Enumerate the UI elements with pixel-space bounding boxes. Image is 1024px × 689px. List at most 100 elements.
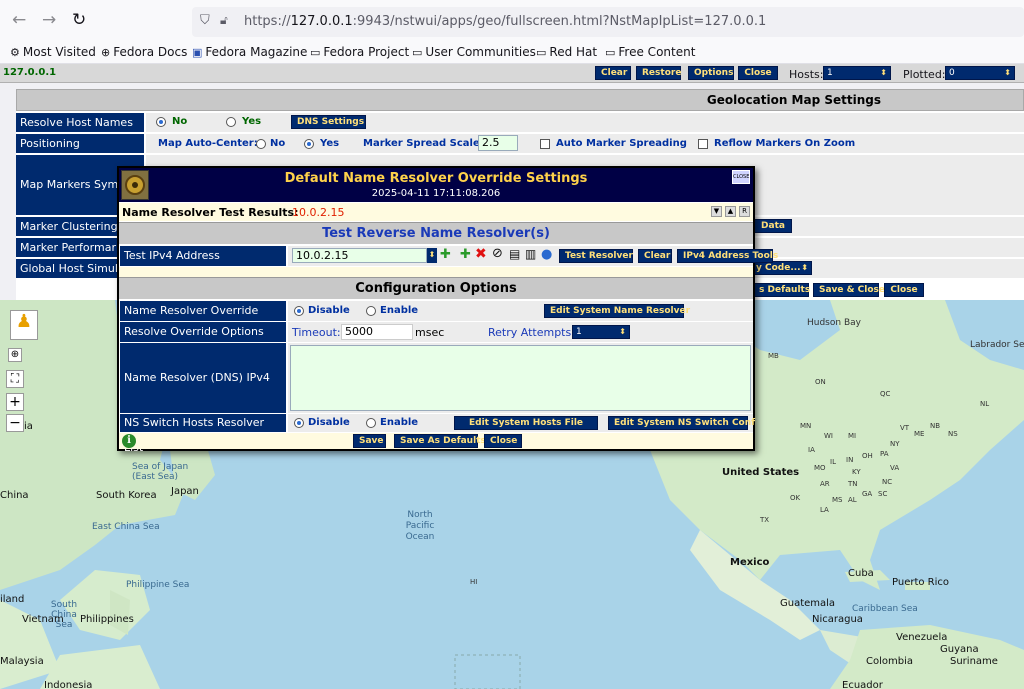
test-ipv4-input[interactable]: 10.0.2.15 [292, 248, 427, 263]
bookmark-fedora-project[interactable]: ▭ Fedora Project [310, 45, 409, 59]
add-icon[interactable]: ✚ [460, 247, 471, 262]
resolve-no-radio[interactable] [156, 117, 166, 127]
override-row: Disable Enable Edit System Name Resolver [288, 301, 753, 321]
auto-spread-label: Auto Marker Spreading [556, 138, 687, 149]
clear-circle-icon[interactable]: ⊘ [492, 246, 503, 261]
lock-icon[interactable]: 🔓︎ [220, 13, 228, 28]
restore-button[interactable]: Restore [636, 66, 681, 80]
street-view-pegman-icon[interactable]: ♟ [10, 310, 38, 340]
map-label: MI [848, 432, 857, 440]
zoom-box-icon[interactable]: ⊕ [8, 348, 22, 362]
save-button[interactable]: Save [353, 434, 386, 448]
map-label: Guyana [940, 644, 979, 655]
dialog-title: Default Name Resolver Override Settings [284, 171, 588, 186]
edit-hosts-button[interactable]: Edit System Hosts File [454, 416, 598, 430]
bookmark-red-hat[interactable]: ▭ Red Hat [536, 45, 597, 59]
retry-select[interactable]: 1 ⬍ [572, 325, 630, 339]
paste-icon[interactable]: ▥ [525, 247, 536, 261]
globe-icon[interactable]: ● [541, 247, 552, 262]
dns-list-textarea[interactable] [290, 345, 751, 411]
test-ipv4-row: 10.0.2.15 ⬍ ✚ ✚ ✖ ⊘ ▤ ▥ ● Test Resolver … [288, 246, 778, 266]
add-multiple-icon[interactable]: ✚ [440, 247, 451, 262]
map-label: Suriname [950, 656, 998, 667]
bookmark-free-content[interactable]: ▭ Free Content [605, 45, 695, 59]
bookmark-fedora-docs[interactable]: ⊕ Fedora Docs [101, 45, 187, 59]
map-label: Cuba [848, 568, 874, 579]
ipv4-history-dropdown[interactable]: ⬍ [427, 248, 437, 263]
data-button[interactable]: Data [754, 219, 792, 233]
dialog-close-button[interactable]: Close [484, 434, 522, 448]
reload-icon[interactable]: ↻ [72, 10, 86, 30]
save-close-button[interactable]: Save & Close [813, 283, 885, 297]
map-label: NC [882, 478, 893, 486]
map-label: GA [862, 490, 873, 498]
reflow-checkbox[interactable] [698, 139, 708, 149]
bookmark-most-visited[interactable]: ⚙ Most Visited [10, 45, 96, 59]
bookmark-fedora-magazine[interactable]: ▣ Fedora Magazine [192, 45, 307, 59]
bookmark-user-communities[interactable]: ▭ User Communities [412, 45, 536, 59]
auto-spread-checkbox[interactable] [540, 139, 550, 149]
test-resolver-button[interactable]: Test Resolver [559, 249, 633, 263]
delete-icon[interactable]: ✖ [475, 246, 487, 262]
edit-nsswitch-button[interactable]: Edit System NS Switch Conf [608, 416, 755, 430]
clear-button[interactable]: Clear [595, 66, 631, 80]
spread-scaler-input[interactable]: 2.5 [478, 135, 518, 151]
name-resolver-dialog: Default Name Resolver Override Settings … [117, 166, 778, 454]
zoom-in-icon[interactable]: + [6, 393, 24, 411]
spacer [119, 267, 753, 277]
zoom-out-icon[interactable]: − [6, 414, 24, 432]
map-label: Caribbean Sea [852, 604, 918, 614]
map-label: Malaysia [0, 656, 44, 667]
map-label: OH [862, 452, 873, 460]
dialog-date: 2025-04-11 17:11:08.206 [371, 188, 501, 199]
timeout-input[interactable]: 5000 [341, 324, 413, 340]
map-label: Puerto Rico [892, 577, 950, 588]
nsswitch-disable-radio[interactable] [294, 418, 304, 428]
collapse-up-icon[interactable]: ▲ [725, 206, 736, 217]
plotted-select[interactable]: 0 ⬍ [945, 66, 1015, 80]
info-icon[interactable]: i [122, 434, 136, 448]
reverse-resolver-header: Test Reverse Name Resolver(s) [119, 222, 753, 244]
resolve-yes-radio[interactable] [226, 117, 236, 127]
fullscreen-icon[interactable]: ⛶ [6, 370, 24, 388]
close-button[interactable]: Close [738, 66, 778, 80]
hosts-select[interactable]: 1 ⬍ [823, 66, 891, 80]
settings-close-button[interactable]: Close [884, 283, 924, 297]
results-label: Name Resolver Test Results: [122, 206, 299, 219]
test-clear-button[interactable]: Clear [638, 249, 672, 263]
options-button[interactable]: Options [688, 66, 734, 80]
back-icon[interactable]: ← [12, 10, 26, 30]
row-positioning: Map Auto-Center: No Yes Marker Spread Sc… [146, 134, 1024, 153]
override-enable-radio[interactable] [366, 306, 376, 316]
code-select[interactable]: y Code... ⬍ [752, 261, 812, 275]
save-defaults-button[interactable]: Save As Defaults [394, 434, 486, 448]
reset-icon[interactable]: R [739, 206, 750, 217]
url-bar[interactable]: ⛉ 🔓︎ https://127.0.0.1:9943/nstwui/apps/… [192, 7, 1024, 37]
map-label: North Pacific Ocean [405, 510, 435, 542]
shield-icon[interactable]: ⛉ [200, 13, 210, 28]
dns-settings-button[interactable]: DNS Settings [291, 115, 366, 129]
map-label: Indonesia [44, 680, 93, 689]
map-label: IL [830, 458, 836, 466]
copy-icon[interactable]: ▤ [509, 247, 520, 261]
edit-system-resolver-button[interactable]: Edit System Name Resolver [544, 304, 690, 318]
map-label: MS [832, 496, 843, 504]
map-label: TN [848, 480, 858, 488]
dialog-close-icon[interactable]: CLOSE [732, 170, 750, 184]
override-enable-label: Enable [380, 305, 419, 316]
defaults-button[interactable]: s Defaults [753, 283, 810, 297]
map-label: OK [790, 494, 801, 502]
resolve-options-label: Resolve Override Options [120, 322, 286, 342]
nsswitch-enable-radio[interactable] [366, 418, 376, 428]
dns-list-label: Name Resolver (DNS) IPv4 List [120, 343, 286, 454]
collapse-down-icon[interactable]: ▼ [711, 206, 722, 217]
ipv4-tools-button[interactable]: IPv4 Address Tools [677, 249, 778, 263]
auto-center-yes-radio[interactable] [304, 139, 314, 149]
map-label: WI [824, 432, 833, 440]
override-label: Name Resolver Override [120, 301, 286, 321]
auto-center-no-radio[interactable] [256, 139, 266, 149]
override-disable-radio[interactable] [294, 306, 304, 316]
forward-icon[interactable]: → [42, 10, 56, 30]
plotted-label: Plotted: [903, 68, 946, 81]
map-label: IA [808, 446, 815, 454]
